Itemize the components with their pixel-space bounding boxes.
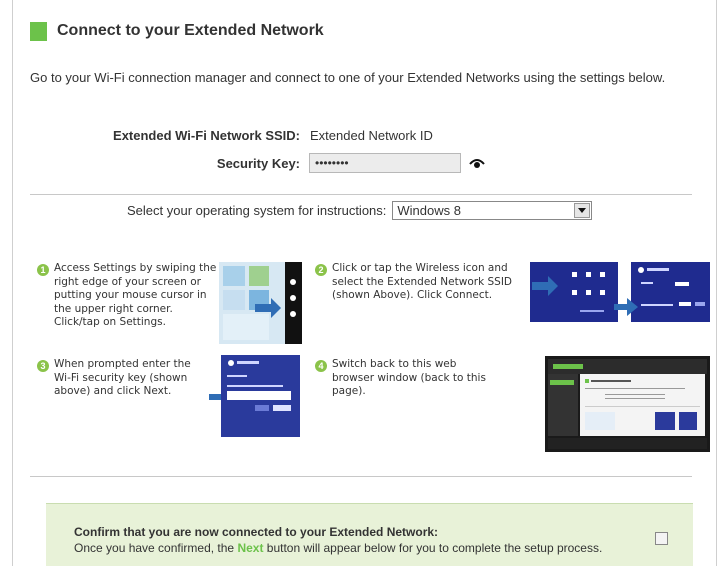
arrow-right-icon <box>614 298 638 316</box>
eye-icon[interactable] <box>469 157 485 169</box>
step-number-badge: 1 <box>37 264 49 276</box>
page-title: Connect to your Extended Network <box>57 22 324 39</box>
security-key-label: Security Key: <box>216 155 300 171</box>
confirm-text-after: button will appear below for you to comp… <box>263 541 603 555</box>
security-key-field[interactable] <box>309 153 461 173</box>
next-word: Next <box>237 541 264 555</box>
chevron-down-icon[interactable] <box>574 203 591 218</box>
confirm-checkbox[interactable] <box>655 532 668 545</box>
os-select-value: Windows 8 <box>397 203 461 218</box>
security-key-row: Security Key: <box>30 153 485 173</box>
divider <box>30 194 692 195</box>
confirm-text-before: Once you have confirmed, the <box>74 541 238 555</box>
step-2-screenshot-b <box>631 262 710 322</box>
confirm-text: Once you have confirmed, the Next button… <box>74 541 602 555</box>
step-text: When prompted enter the Wi-Fi security k… <box>54 358 191 397</box>
step-3: 3 When prompted enter the Wi-Fi security… <box>37 358 207 399</box>
step-4: 4 Switch back to this web browser window… <box>315 358 495 399</box>
ssid-value: Extended Network ID <box>310 128 433 143</box>
confirm-title: Confirm that you are now connected to yo… <box>74 525 439 539</box>
section-header: Connect to your Extended Network <box>30 20 324 42</box>
os-select-row: Select your operating system for instruc… <box>127 201 593 220</box>
confirm-panel: Confirm that you are now connected to yo… <box>46 503 693 566</box>
step-3-screenshot <box>221 355 300 437</box>
header-accent-bar <box>30 21 47 41</box>
step-number-badge: 2 <box>315 264 327 276</box>
os-select-label: Select your operating system for instruc… <box>127 203 387 218</box>
step-4-screenshot <box>545 356 710 452</box>
ssid-row: Extended Wi-Fi Network SSID: Extended Ne… <box>30 128 433 143</box>
step-1-screenshot <box>219 262 302 344</box>
step-1: 1 Access Settings by swiping the right e… <box>37 262 217 330</box>
step-number-badge: 3 <box>37 360 49 372</box>
step-2-screenshot-a <box>530 262 618 322</box>
os-select-dropdown[interactable]: Windows 8 <box>392 201 593 220</box>
intro-text: Go to your Wi-Fi connection manager and … <box>30 70 666 85</box>
step-text: Switch back to this web browser window (… <box>332 358 486 397</box>
ssid-label: Extended Wi-Fi Network SSID: <box>113 128 300 143</box>
step-text: Click or tap the Wireless icon and selec… <box>332 262 513 301</box>
step-2: 2 Click or tap the Wireless icon and sel… <box>315 262 525 303</box>
divider <box>30 476 692 477</box>
step-text: Access Settings by swiping the right edg… <box>54 262 217 328</box>
step-number-badge: 4 <box>315 360 327 372</box>
